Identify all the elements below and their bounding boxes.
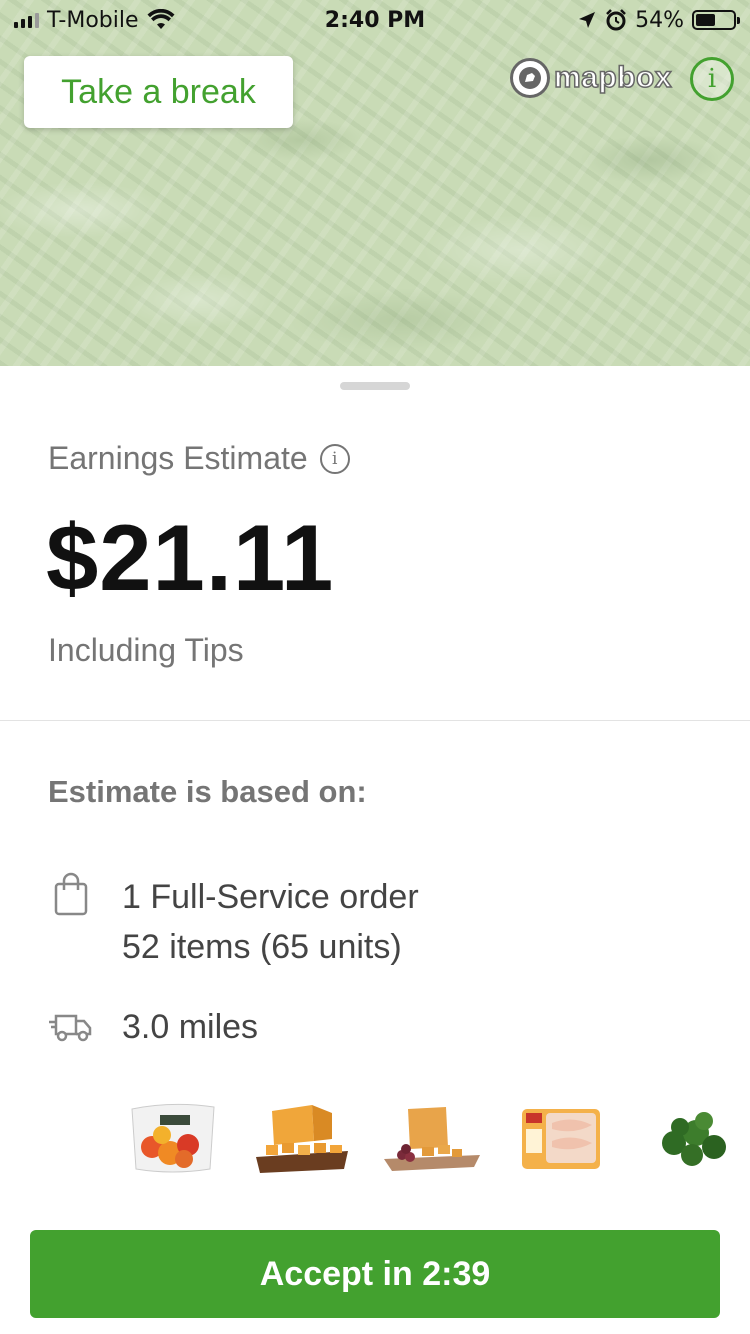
location-arrow-icon xyxy=(579,12,596,28)
signal-icon xyxy=(14,12,39,28)
earnings-estimate-label: Earnings Estimate xyxy=(48,440,308,476)
take-a-break-button[interactable]: Take a break xyxy=(24,56,293,128)
status-bar: T-Mobile 2:40 PM 54% xyxy=(0,0,750,40)
product-thumbnails[interactable] xyxy=(122,1094,732,1184)
order-type-text: 1 Full-Service order xyxy=(122,878,419,916)
battery-percent: 54% xyxy=(635,7,684,33)
shopping-bag-icon xyxy=(54,872,88,916)
distance-text: 3.0 miles xyxy=(122,1008,259,1046)
mapbox-mark-icon xyxy=(510,58,550,98)
including-tips-note: Including Tips xyxy=(48,632,244,668)
brussels-sprouts-image xyxy=(642,1099,742,1179)
estimate-basis-heading: Estimate is based on: xyxy=(48,774,367,809)
accept-offer-button[interactable]: Accept in 2:39 xyxy=(30,1230,720,1318)
battery-level-fill xyxy=(696,14,716,26)
battery-icon xyxy=(692,10,740,30)
bagged-peppers-image xyxy=(122,1099,222,1179)
mapbox-logo[interactable]: mapbox xyxy=(510,58,672,98)
map-view[interactable] xyxy=(0,0,750,366)
cheddar-cheese-board-image xyxy=(252,1099,352,1179)
sheet-grabber-handle[interactable] xyxy=(340,382,410,390)
distance-row: 3.0 miles xyxy=(48,1002,258,1052)
chicken-breast-package-image xyxy=(512,1099,612,1179)
order-details-row: 1 Full-Service order 52 items (65 units) xyxy=(48,872,419,972)
carrier-label: T-Mobile xyxy=(47,7,139,33)
wifi-icon xyxy=(147,9,175,29)
earnings-amount: $21.11 xyxy=(46,505,335,610)
mapbox-wordmark: mapbox xyxy=(553,60,673,95)
offer-sheet: Earnings Estimate i $21.11 Including Tip… xyxy=(0,366,750,1334)
cheese-and-grapes-image xyxy=(382,1099,482,1179)
section-divider xyxy=(0,720,750,721)
delivery-truck-icon xyxy=(49,1014,92,1042)
earnings-estimate-header: Earnings Estimate i xyxy=(48,440,350,477)
alarm-icon xyxy=(606,9,626,31)
order-items-text: 52 items (65 units) xyxy=(122,928,402,966)
earnings-info-icon[interactable]: i xyxy=(319,443,350,474)
map-info-button[interactable]: i xyxy=(690,57,734,101)
